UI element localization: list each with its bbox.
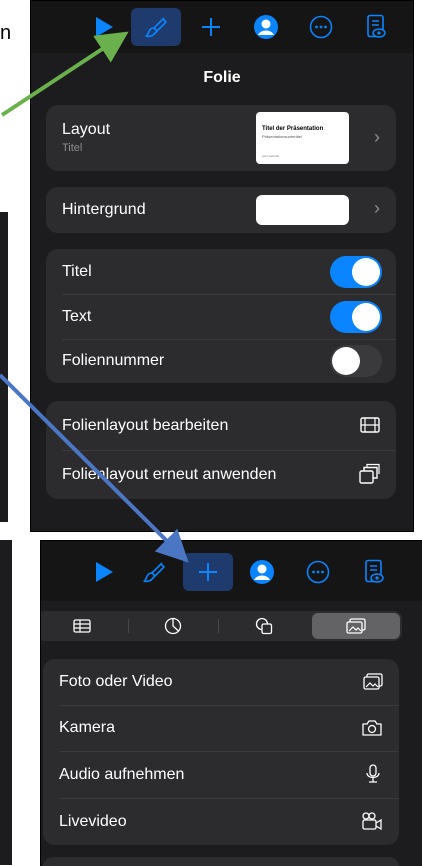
green-annotation-arrow	[0, 31, 129, 117]
blue-annotation-arrow	[0, 373, 189, 563]
annotation-arrows	[0, 31, 189, 563]
